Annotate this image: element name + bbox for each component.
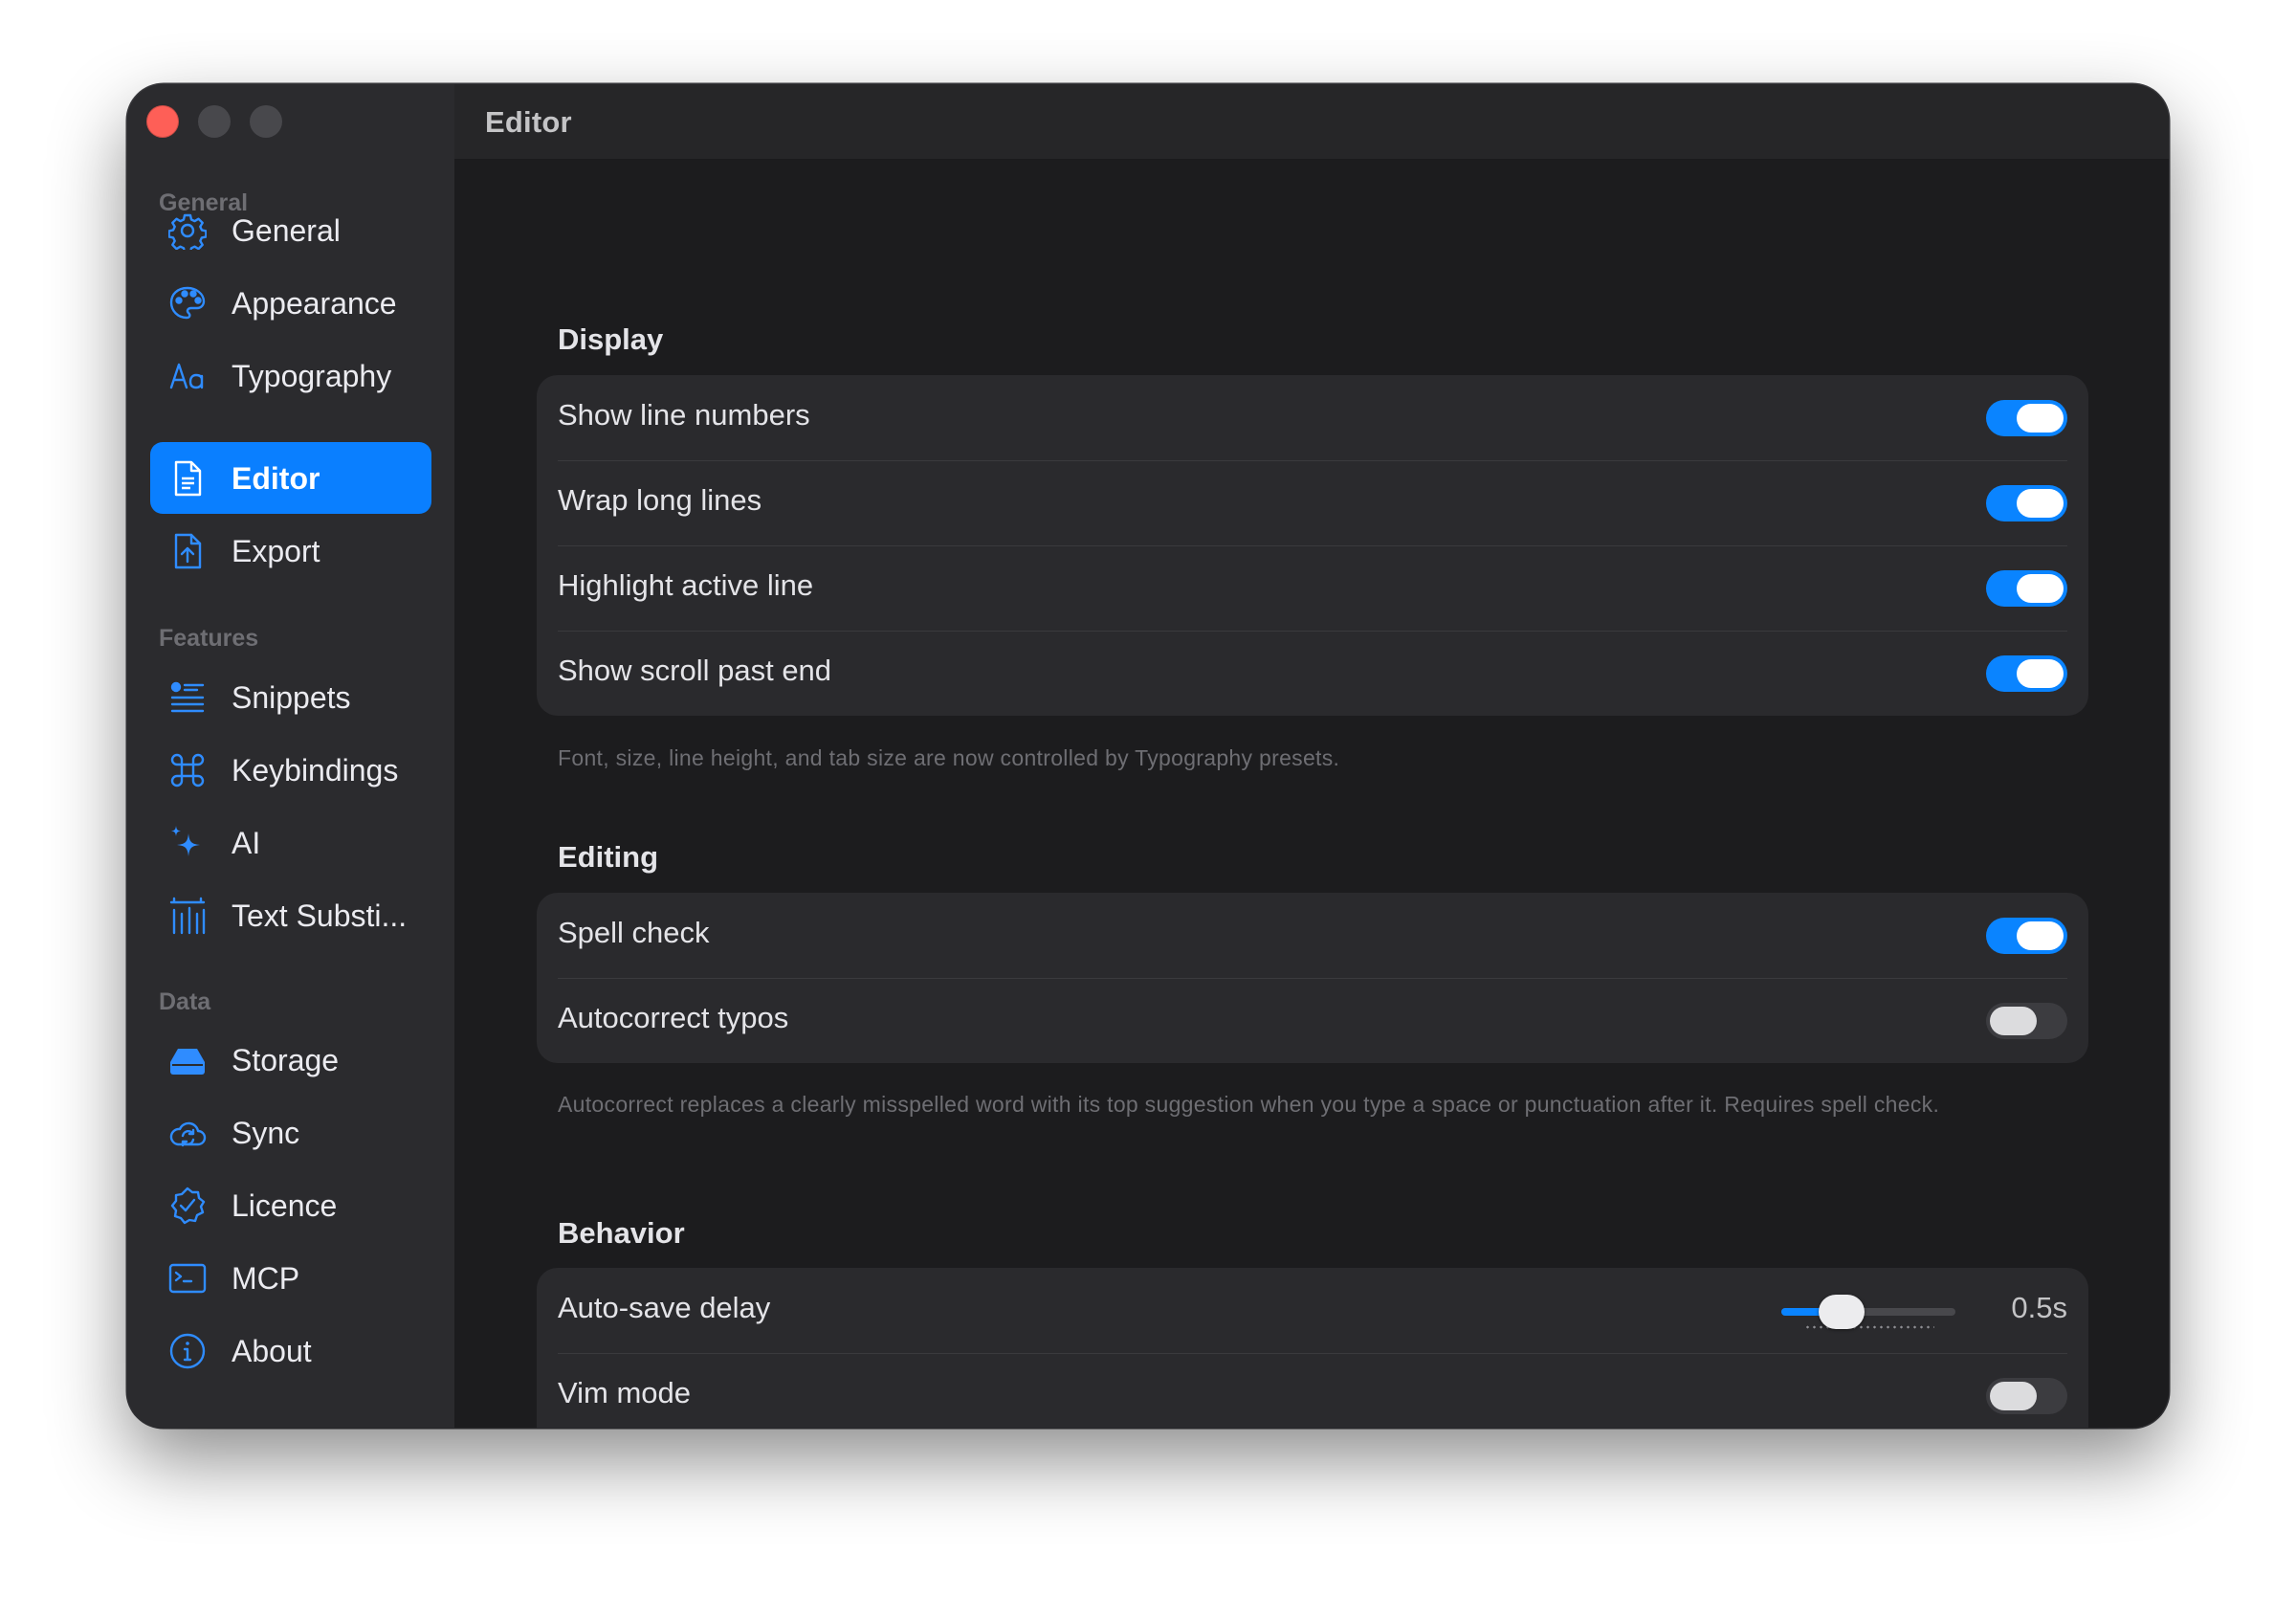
sidebar-item-keybindings[interactable]: Keybindings — [150, 734, 431, 806]
editing-footnote: Autocorrect replaces a clearly misspelle… — [558, 1092, 1940, 1117]
setting-label: Show line numbers — [558, 398, 810, 432]
sidebar-section-data: Data — [159, 988, 211, 1015]
setting-row-auto-save-delay: Auto-save delay 0.5s — [537, 1268, 2088, 1353]
sidebar-item-label: Snippets — [232, 680, 351, 715]
sidebar-item-label: Typography — [232, 359, 392, 393]
toggle-knob — [2017, 489, 2064, 518]
show-line-numbers-toggle[interactable] — [1986, 400, 2067, 436]
display-footnote: Font, size, line height, and tab size ar… — [558, 745, 1340, 770]
sidebar-item-storage[interactable]: Storage — [150, 1024, 431, 1096]
close-window-button[interactable] — [146, 105, 179, 138]
cloud-sync-icon — [168, 1114, 207, 1152]
title-bar: Editor — [454, 84, 2169, 160]
show-scroll-past-end-toggle[interactable] — [1986, 655, 2067, 692]
sidebar-item-label: General — [232, 213, 341, 248]
command-icon — [168, 751, 207, 789]
sidebar-item-export[interactable]: Export — [150, 515, 431, 587]
sidebar: General General Appearance Typography Ed… — [127, 84, 454, 1428]
sidebar-item-label: About — [232, 1334, 312, 1368]
settings-content[interactable]: Display Show line numbers Wrap long line… — [454, 160, 2169, 1428]
toggle-knob — [2017, 404, 2064, 433]
window-title: Editor — [485, 105, 572, 139]
setting-row-spell-check: Spell check — [537, 893, 2088, 978]
toggle-knob — [2017, 659, 2064, 688]
palette-icon — [168, 284, 207, 322]
zoom-window-button[interactable] — [250, 105, 282, 138]
toggle-knob — [1990, 1007, 2037, 1035]
sidebar-item-label: Sync — [232, 1116, 300, 1150]
sidebar-item-text-substitutions[interactable]: Text Substi... — [150, 879, 431, 951]
auto-save-delay-slider[interactable] — [1781, 1292, 1955, 1332]
sidebar-item-typography[interactable]: Typography — [150, 340, 431, 411]
setting-label: Spell check — [558, 916, 710, 949]
spell-check-toggle[interactable] — [1986, 918, 2067, 954]
sparkle-icon — [168, 824, 207, 862]
toggle-knob — [2017, 921, 2064, 950]
display-settings-card: Show line numbers Wrap long lines Highli… — [537, 375, 2088, 716]
autocorrect-typos-toggle[interactable] — [1986, 1003, 2067, 1039]
typography-icon — [168, 357, 207, 395]
highlight-active-line-toggle[interactable] — [1986, 570, 2067, 607]
sidebar-item-licence[interactable]: Licence — [150, 1169, 431, 1241]
info-icon — [168, 1332, 207, 1370]
text-substitution-icon — [168, 897, 207, 935]
sidebar-item-sync[interactable]: Sync — [150, 1097, 431, 1168]
display-section-title: Display — [558, 322, 664, 356]
sidebar-item-ai[interactable]: AI — [150, 807, 431, 878]
sidebar-item-editor[interactable]: Editor — [150, 442, 431, 514]
editing-section-title: Editing — [558, 840, 659, 874]
sidebar-item-label: Text Substi... — [232, 898, 408, 933]
gear-icon — [168, 211, 207, 250]
snippets-icon — [168, 678, 207, 717]
setting-row-autocorrect-typos: Autocorrect typos — [537, 978, 2088, 1063]
setting-row-highlight-active-line: Highlight active line — [537, 545, 2088, 631]
settings-window: General General Appearance Typography Ed… — [127, 84, 2169, 1428]
setting-row-vim-mode: Vim mode — [537, 1353, 2088, 1428]
terminal-icon — [168, 1259, 207, 1298]
sidebar-item-label: Export — [232, 534, 320, 568]
slider-thumb[interactable] — [1818, 1295, 1865, 1329]
drive-icon — [168, 1041, 207, 1079]
setting-row-wrap-long-lines: Wrap long lines — [537, 460, 2088, 545]
slider-tick-marks — [1804, 1325, 1934, 1329]
setting-label: Highlight active line — [558, 568, 814, 602]
toggle-knob — [1990, 1382, 2037, 1410]
setting-row-show-scroll-past-end: Show scroll past end — [537, 631, 2088, 716]
setting-label: Vim mode — [558, 1376, 691, 1409]
setting-row-show-line-numbers: Show line numbers — [537, 375, 2088, 460]
sidebar-item-label: Licence — [232, 1188, 338, 1223]
document-icon — [168, 459, 207, 498]
sidebar-item-appearance[interactable]: Appearance — [150, 267, 431, 339]
sidebar-item-label: MCP — [232, 1261, 300, 1296]
minimize-window-button[interactable] — [198, 105, 231, 138]
behavior-section-title: Behavior — [558, 1216, 685, 1250]
auto-save-delay-value: 0.5s — [2011, 1291, 2067, 1324]
toggle-knob — [2017, 574, 2064, 603]
sidebar-section-features: Features — [159, 625, 259, 652]
editing-settings-card: Spell check Autocorrect typos — [537, 893, 2088, 1063]
sidebar-item-label: AI — [232, 826, 261, 860]
sidebar-item-label: Editor — [232, 461, 320, 496]
sidebar-item-mcp[interactable]: MCP — [150, 1242, 431, 1314]
behavior-settings-card: Auto-save delay 0.5s Vim mode — [537, 1268, 2088, 1428]
sidebar-item-label: Keybindings — [232, 753, 399, 787]
sidebar-item-label: Storage — [232, 1043, 340, 1077]
sidebar-item-snippets[interactable]: Snippets — [150, 661, 431, 733]
setting-label: Wrap long lines — [558, 483, 762, 517]
export-icon — [168, 532, 207, 570]
setting-label: Show scroll past end — [558, 654, 832, 687]
wrap-long-lines-toggle[interactable] — [1986, 485, 2067, 521]
sidebar-item-about[interactable]: About — [150, 1315, 431, 1386]
checkmark-seal-icon — [168, 1187, 207, 1225]
setting-label: Auto-save delay — [558, 1291, 771, 1324]
sidebar-item-label: Appearance — [232, 286, 397, 321]
setting-label: Autocorrect typos — [558, 1001, 789, 1034]
vim-mode-toggle[interactable] — [1986, 1378, 2067, 1414]
sidebar-item-general[interactable]: General — [150, 194, 431, 266]
